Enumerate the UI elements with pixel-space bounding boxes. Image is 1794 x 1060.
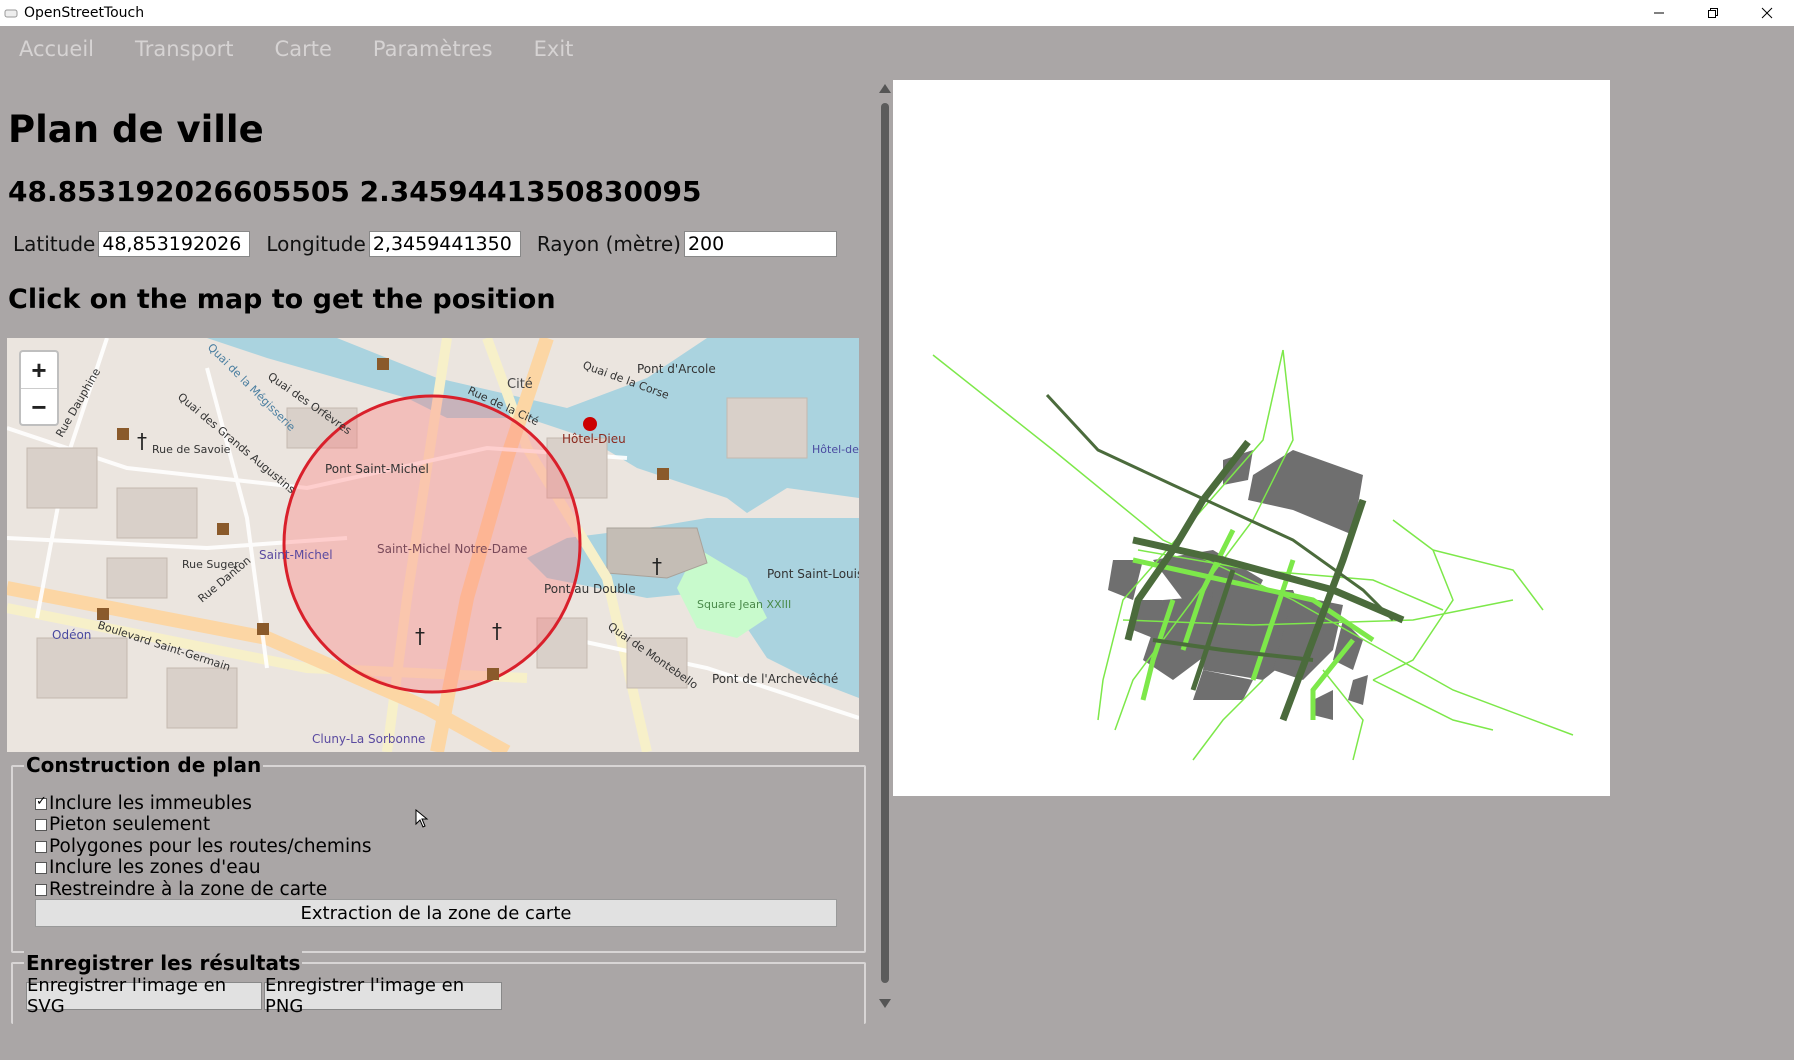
zoom-out-button[interactable]: − — [21, 389, 57, 425]
label-square-jean: Square Jean XXIII — [697, 598, 791, 611]
label-saint-michel: Saint-Michel — [259, 548, 333, 562]
label-saint-michel-notre-dame: Saint-Michel Notre-Dame — [377, 542, 527, 556]
position-fields: Latitude Longitude Rayon (mètre) — [13, 229, 837, 259]
radius-label: Rayon (mètre) — [536, 232, 681, 256]
plan-paths-light — [932, 349, 1574, 761]
option-include-buildings[interactable]: Inclure les immeubles — [35, 793, 252, 814]
save-png-button[interactable]: Enregistrer l'image en PNG — [264, 975, 502, 1017]
plan-preview — [893, 80, 1610, 796]
menu-item-exit[interactable]: Exit — [534, 37, 574, 69]
scroll-down-icon[interactable] — [879, 999, 891, 1008]
option-label: Inclure les immeubles — [49, 793, 252, 814]
latitude-label: Latitude — [13, 232, 96, 256]
checkbox-pedestrian-only[interactable] — [35, 818, 47, 831]
option-pedestrian-only[interactable]: Pieton seulement — [35, 814, 210, 835]
minimize-button[interactable] — [1632, 0, 1686, 26]
option-label: Restreindre à la zone de carte — [49, 879, 328, 900]
label-cite: Cité — [507, 377, 533, 392]
plan-drawing — [932, 349, 1574, 761]
close-button[interactable] — [1740, 0, 1794, 26]
coordinates-display: 48.853192026605505 2.3459441350830095 — [8, 175, 702, 208]
scroll-up-icon[interactable] — [879, 84, 891, 93]
radius-input[interactable] — [683, 231, 837, 257]
label-pont-saint-michel: Pont Saint-Michel — [325, 462, 429, 476]
option-label: Pieton seulement — [49, 814, 211, 835]
window-title: OpenStreetTouch — [24, 5, 145, 21]
label-hotel-dieu: Hôtel-Dieu — [562, 432, 626, 446]
zoom-control: + − — [19, 350, 59, 426]
checkbox-road-polygons[interactable] — [35, 840, 47, 853]
option-restrict-map-zone[interactable]: Restreindre à la zone de carte — [35, 879, 327, 900]
label-hotel-de-ville: Hôtel-de-Ville — [812, 443, 859, 456]
mouse-cursor-icon — [415, 809, 429, 828]
restore-icon — [1708, 8, 1718, 18]
results-legend: Enregistrer les résultats — [24, 951, 303, 975]
svg-text:†: † — [492, 619, 502, 643]
svg-text:†: † — [137, 429, 147, 453]
latitude-input[interactable] — [98, 231, 251, 257]
checkbox-water-zones[interactable] — [35, 861, 47, 874]
extract-map-zone-button[interactable]: Extraction de la zone de carte — [35, 899, 837, 927]
checkbox-restrict-map-zone[interactable] — [35, 883, 47, 896]
label-cluny: Cluny-La Sorbonne — [312, 732, 425, 746]
menu-bar: Accueil Transport Carte Paramètres Exit — [0, 37, 596, 69]
page-title: Plan de ville — [8, 108, 264, 151]
longitude-label: Longitude — [266, 232, 366, 256]
option-label: Polygones pour les routes/chemins — [49, 836, 372, 857]
svg-text:†: † — [652, 554, 662, 578]
label-rue-suger: Rue Suger — [182, 558, 239, 571]
title-bar: OpenStreetTouch — [0, 0, 1794, 26]
label-pont-arcole: Pont d'Arcole — [637, 362, 716, 376]
menu-item-carte[interactable]: Carte — [275, 37, 332, 69]
scroll-thumb[interactable] — [881, 103, 889, 983]
construction-legend: Construction de plan — [24, 753, 264, 777]
vertical-scrollbar[interactable] — [876, 81, 893, 1013]
restore-button[interactable] — [1686, 0, 1740, 26]
close-icon — [1761, 7, 1773, 19]
map-instruction: Click on the map to get the position — [8, 284, 556, 315]
label-rue-de-savoie: Rue de Savoie — [152, 443, 231, 456]
menu-item-accueil[interactable]: Accueil — [19, 37, 94, 69]
label-odeon: Odéon — [52, 628, 91, 642]
map-view[interactable]: † † † † Pont d'Arcole Hôtel-Dieu Cité Po… — [7, 338, 859, 752]
option-label: Inclure les zones d'eau — [49, 857, 261, 878]
app-icon — [4, 9, 18, 18]
option-road-polygons[interactable]: Polygones pour les routes/chemins — [35, 836, 371, 857]
minimize-icon — [1654, 12, 1664, 14]
longitude-input[interactable] — [368, 231, 521, 257]
menu-item-parametres[interactable]: Paramètres — [373, 37, 493, 69]
label-pont-au-double: Pont au Double — [544, 582, 636, 596]
map-tiles[interactable]: † † † † Pont d'Arcole Hôtel-Dieu Cité Po… — [7, 338, 859, 752]
zoom-in-button[interactable]: + — [21, 352, 57, 389]
checkbox-include-buildings[interactable] — [35, 794, 47, 810]
svg-text:†: † — [415, 624, 425, 648]
label-pont-saint-louis: Pont Saint-Louis — [767, 567, 859, 581]
hospital-icon — [583, 417, 597, 431]
option-water-zones[interactable]: Inclure les zones d'eau — [35, 857, 261, 878]
save-svg-button[interactable]: Enregistrer l'image en SVG — [26, 975, 262, 1017]
label-pont-archeveche: Pont de l'Archevêché — [712, 672, 838, 686]
menu-item-transport[interactable]: Transport — [135, 37, 234, 69]
